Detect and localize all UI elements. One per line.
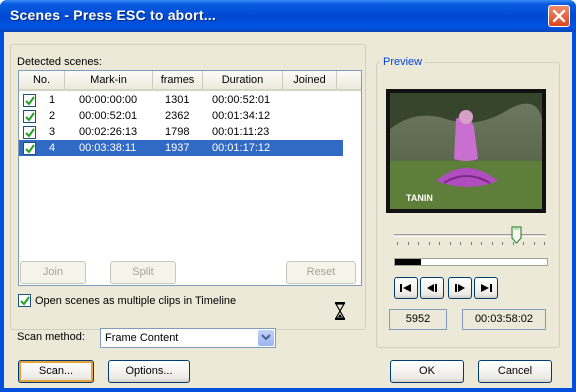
cell-no: 3 <box>49 126 56 138</box>
cell-duration: 00:01:34:12 <box>212 110 271 122</box>
scenes-list[interactable]: No. Mark-in frames Duration Joined 1 00:… <box>18 70 362 286</box>
slider-tick <box>449 242 451 245</box>
row-checkbox[interactable] <box>23 110 36 123</box>
hourglass-icon <box>334 302 346 323</box>
options-button[interactable]: Options... <box>108 360 190 383</box>
step-back-icon <box>427 284 437 292</box>
scan-method-select[interactable]: Frame Content <box>100 328 276 348</box>
split-button[interactable]: Split <box>110 261 176 284</box>
checkmark-icon <box>25 96 35 106</box>
slider-tick <box>533 242 535 245</box>
slider-tick <box>407 242 409 245</box>
scan-progress-bar <box>394 258 548 266</box>
slider-tick <box>491 242 493 245</box>
scan-progress-fill <box>395 259 421 265</box>
cell-mark-in: 00:02:26:13 <box>79 126 138 138</box>
open-multiple-clips-label[interactable]: Open scenes as multiple clips in Timelin… <box>35 295 236 307</box>
dialog-title: Scenes - Press ESC to abort... <box>10 7 216 23</box>
cell-duration: 00:01:11:23 <box>212 126 270 138</box>
close-button[interactable] <box>548 5 570 27</box>
checkmark-icon <box>25 144 35 154</box>
slider-tick <box>512 242 514 245</box>
join-button[interactable]: Join <box>20 261 86 284</box>
cell-frames: 1798 <box>165 126 190 138</box>
cell-no: 1 <box>49 94 56 106</box>
row-checkbox[interactable] <box>23 94 36 107</box>
scan-method-value: Frame Content <box>105 332 179 344</box>
close-icon <box>552 9 566 23</box>
row-checkbox[interactable] <box>23 142 36 155</box>
column-mark-in[interactable]: Mark-in <box>65 71 153 89</box>
cell-mark-in: 00:00:52:01 <box>79 110 138 122</box>
open-multiple-clips-checkbox[interactable] <box>18 294 31 307</box>
table-row[interactable]: 3 00:02:26:13 1798 00:01:11:23 <box>19 124 343 140</box>
position-slider-track[interactable] <box>394 234 546 237</box>
cell-frames: 1937 <box>165 142 190 154</box>
cell-no: 2 <box>49 110 56 122</box>
slider-tick <box>502 242 503 245</box>
chevron-down-icon[interactable] <box>258 330 274 346</box>
slider-tick <box>397 242 398 245</box>
table-row-selected[interactable]: 4 00:03:38:11 1937 00:01:17:12 <box>19 140 343 156</box>
cell-mark-in: 00:00:00:00 <box>79 94 138 106</box>
detected-scenes-label: Detected scenes: <box>17 56 102 68</box>
checkmark-icon <box>25 128 35 138</box>
checkmark-icon <box>25 112 35 122</box>
video-frame: TANIN <box>386 89 546 213</box>
skip-to-start-button[interactable] <box>394 277 418 299</box>
frame-counter: 5952 <box>389 309 447 330</box>
cancel-button[interactable]: Cancel <box>478 360 552 383</box>
title-bar[interactable]: Scenes - Press ESC to abort... <box>0 0 576 32</box>
preview-image: TANIN <box>386 89 546 213</box>
dialog-body: Detected scenes: No. Mark-in frames Dura… <box>4 32 572 388</box>
checkmark-icon <box>20 296 30 306</box>
table-row[interactable]: 2 00:00:52:01 2362 00:01:34:12 <box>19 108 343 124</box>
ok-button[interactable]: OK <box>390 360 464 383</box>
slider-tick <box>481 242 482 245</box>
row-checkbox[interactable] <box>23 126 36 139</box>
step-forward-icon <box>455 284 465 292</box>
scan-button[interactable]: Scan... <box>18 360 94 383</box>
scan-method-label: Scan method: <box>17 331 85 343</box>
column-frames[interactable]: frames <box>153 71 203 89</box>
skip-to-end-icon <box>481 284 492 292</box>
cell-frames: 2362 <box>165 110 190 122</box>
column-joined[interactable]: Joined <box>283 71 337 89</box>
slider-tick <box>523 242 524 245</box>
column-duration[interactable]: Duration <box>203 71 283 89</box>
slider-tick <box>544 242 545 245</box>
slider-tick <box>418 242 419 245</box>
cell-duration: 00:01:17:12 <box>212 142 271 154</box>
skip-to-start-icon <box>400 284 411 292</box>
step-back-button[interactable] <box>420 277 444 299</box>
cell-duration: 00:00:52:01 <box>212 94 271 106</box>
cell-no: 4 <box>49 142 56 154</box>
cell-mark-in: 00:03:38:11 <box>79 142 137 154</box>
preview-caption: TANIN <box>406 193 433 203</box>
slider-tick <box>460 242 461 245</box>
slider-tick <box>470 242 472 245</box>
list-header: No. Mark-in frames Duration Joined <box>19 71 361 91</box>
cell-frames: 1301 <box>165 94 190 106</box>
column-no[interactable]: No. <box>19 71 65 89</box>
reset-button[interactable]: Reset <box>286 261 356 284</box>
preview-label: Preview <box>380 56 426 68</box>
slider-tick <box>439 242 440 245</box>
step-forward-button[interactable] <box>448 277 472 299</box>
skip-to-end-button[interactable] <box>474 277 498 299</box>
scenes-dialog: Scenes - Press ESC to abort... Detected … <box>0 0 576 392</box>
timecode-display: 00:03:58:02 <box>462 309 546 330</box>
table-row[interactable]: 1 00:00:00:00 1301 00:00:52:01 <box>19 92 343 108</box>
slider-tick <box>428 242 430 245</box>
